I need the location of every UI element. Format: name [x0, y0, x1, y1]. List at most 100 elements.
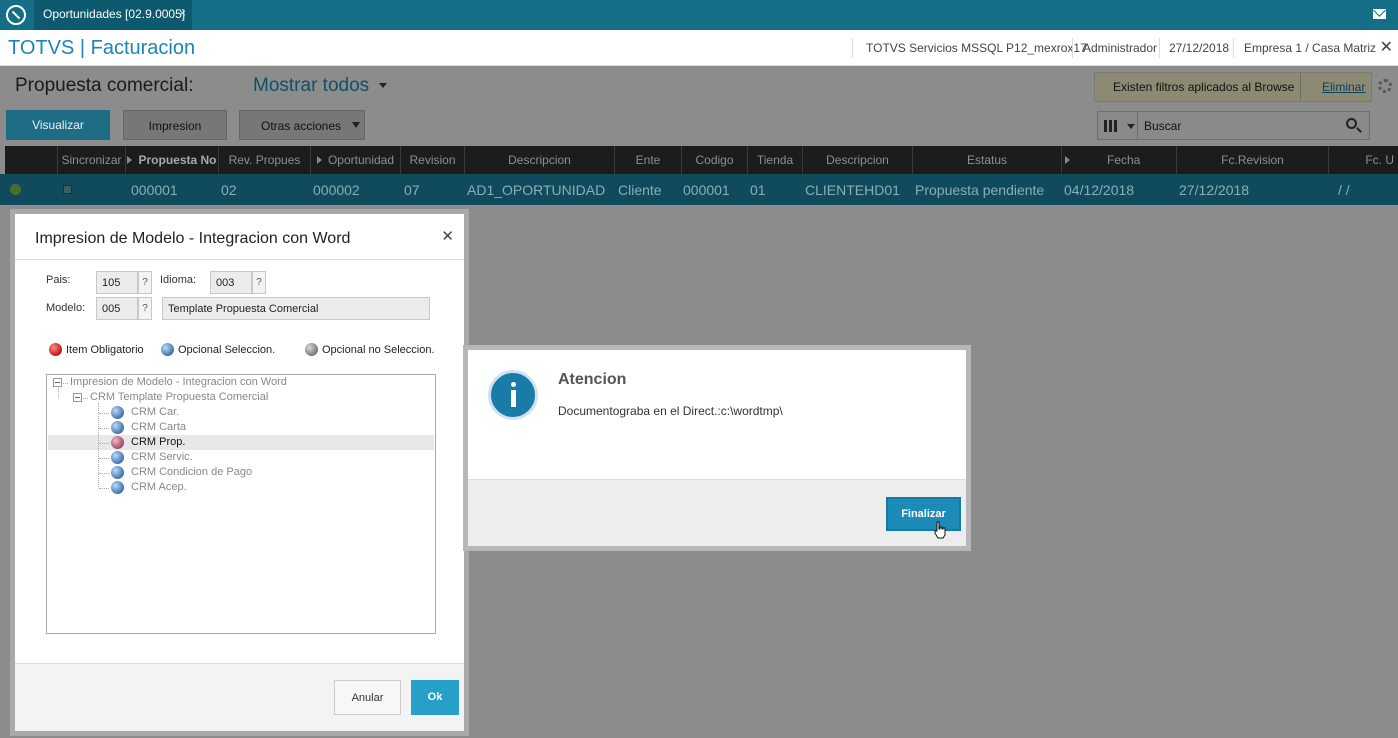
- tree-item[interactable]: CRM Acep.: [131, 481, 187, 493]
- template-tree[interactable]: Impresion de Modelo - Integracion con Wo…: [46, 374, 436, 634]
- column-header[interactable]: Fecha: [1061, 146, 1176, 174]
- column-header[interactable]: Oportunidad: [310, 146, 400, 174]
- table-cell: CLIENTEHD01: [805, 182, 900, 198]
- table-cell: 000001: [131, 182, 178, 198]
- table-cell: 02: [221, 182, 237, 198]
- pais-lookup-button[interactable]: ?: [138, 271, 152, 294]
- tree-item[interactable]: CRM Condicion de Pago: [131, 466, 252, 478]
- app-header: TOTVS | Facturacion TOTVS Servicios MSSQ…: [0, 30, 1398, 66]
- tree-root[interactable]: Impresion de Modelo - Integracion con Wo…: [70, 376, 287, 388]
- impresion-button[interactable]: Impresion: [123, 110, 227, 140]
- blue-ball-icon: [111, 466, 124, 479]
- tab-close-icon[interactable]: ×: [179, 6, 186, 20]
- dialog-title: Impresion de Modelo - Integracion con Wo…: [35, 230, 351, 247]
- alert-title: Atencion: [558, 371, 627, 388]
- column-header[interactable]: Estatus: [912, 146, 1061, 174]
- tree-item[interactable]: CRM Servic.: [131, 451, 193, 463]
- table-row[interactable]: 000001 02 000002 07 AD1_OPORTUNIDAD Clie…: [0, 174, 1398, 205]
- filter-divider: [1300, 73, 1301, 101]
- top-bar: Oportunidades [02.9.0005] ×: [0, 0, 1398, 30]
- filter-notice-text: Existen filtros aplicados al Browse: [1113, 80, 1295, 94]
- app-title: TOTVS | Facturacion: [8, 37, 196, 59]
- server-info: TOTVS Servicios MSSQL P12_mexrox17: [866, 41, 1087, 55]
- header-divider: [1159, 38, 1160, 58]
- company-info: Empresa 1 / Casa Matriz: [1244, 41, 1377, 55]
- column-header[interactable]: Propuesta No: [125, 146, 218, 174]
- tree-group[interactable]: CRM Template Propuesta Comercial: [90, 391, 268, 403]
- idioma-label: Idioma:: [160, 274, 197, 286]
- column-header-status: [5, 146, 57, 174]
- column-header[interactable]: Rev. Propues: [218, 146, 310, 174]
- modelo-field[interactable]: 005: [96, 297, 138, 320]
- caret-down-icon: [379, 83, 388, 89]
- blue-ball-icon: [161, 343, 174, 356]
- mail-icon[interactable]: [1373, 9, 1386, 19]
- table-cell: 000001: [683, 182, 730, 198]
- table-cell: Propuesta pendiente: [915, 182, 1045, 198]
- table-cell: 27/12/2018: [1179, 182, 1250, 198]
- grid-header: Sincronizar Propuesta No Rev. Propues Op…: [5, 146, 1398, 174]
- red-ball-icon: [49, 343, 62, 356]
- info-icon: [488, 370, 538, 420]
- search-box: Buscar: [1097, 111, 1370, 140]
- blue-ball-icon: [111, 481, 124, 494]
- alert-footer: Finalizar: [468, 479, 966, 546]
- dialog-divider: [15, 259, 464, 260]
- modelo-lookup-button[interactable]: ?: [138, 297, 152, 320]
- visualizar-button[interactable]: Visualizar: [6, 110, 110, 140]
- totvs-logo-icon[interactable]: [6, 5, 26, 25]
- gear-icon[interactable]: [1378, 79, 1392, 93]
- page-title: Propuesta comercial:: [15, 75, 194, 96]
- close-icon[interactable]: ✕: [441, 227, 454, 245]
- column-header[interactable]: Revision: [400, 146, 464, 174]
- tree-item[interactable]: CRM Carta: [131, 421, 186, 433]
- column-header[interactable]: Fc.Revision: [1176, 146, 1328, 174]
- columns-icon[interactable]: [1098, 112, 1138, 139]
- browse-area: Propuesta comercial: Mostrar todos Exist…: [0, 66, 1398, 206]
- column-header[interactable]: Codigo: [681, 146, 747, 174]
- collapse-icon[interactable]: [73, 393, 82, 402]
- column-header[interactable]: Fc. U: [1328, 146, 1398, 174]
- blue-ball-icon: [111, 421, 124, 434]
- filter-notice: Existen filtros aplicados al Browse Elim…: [1094, 72, 1372, 102]
- pais-field[interactable]: 105: [96, 271, 138, 294]
- grey-ball-icon: [305, 343, 318, 356]
- blue-ball-icon: [111, 406, 124, 419]
- column-header[interactable]: Descripcion: [464, 146, 614, 174]
- collapse-icon[interactable]: [53, 378, 62, 387]
- legend-opcional-no-seleccion: Opcional no Seleccion.: [305, 343, 435, 356]
- table-cell: AD1_OPORTUNIDAD: [467, 182, 606, 198]
- idioma-lookup-button[interactable]: ?: [252, 271, 266, 294]
- search-input[interactable]: Buscar: [1144, 119, 1181, 133]
- pais-label: Pais:: [46, 274, 71, 286]
- remove-filter-link[interactable]: Eliminar: [1322, 80, 1365, 94]
- legend-opcional-seleccion: Opcional Seleccion.: [161, 343, 275, 356]
- tree-item-selected[interactable]: CRM Prop.: [131, 436, 185, 448]
- anular-button[interactable]: Anular: [334, 680, 401, 715]
- sync-checkbox[interactable]: [63, 185, 72, 194]
- alert-message: Documentograba en el Direct.:c:\wordtmp\: [558, 404, 783, 418]
- column-header[interactable]: Sincronizar: [57, 146, 125, 174]
- legend-obligatorio: Item Obligatorio: [49, 343, 144, 356]
- user-info: Administrador: [1083, 41, 1158, 55]
- table-cell: 000002: [313, 182, 360, 198]
- view-selector[interactable]: Mostrar todos: [253, 75, 388, 97]
- tree-item[interactable]: CRM Car.: [131, 406, 179, 418]
- tab-label: Oportunidades [02.9.0005]: [43, 7, 186, 21]
- hand-cursor-icon: [934, 521, 946, 539]
- atencion-dialog: Atencion Documentograba en el Direct.:c:…: [463, 345, 971, 551]
- finalizar-button[interactable]: Finalizar: [886, 497, 961, 531]
- column-header[interactable]: Ente: [614, 146, 681, 174]
- table-cell: 07: [404, 182, 420, 198]
- column-header[interactable]: Descripcion: [802, 146, 912, 174]
- blue-ball-icon: [111, 451, 124, 464]
- search-icon[interactable]: [1346, 118, 1357, 129]
- ok-button[interactable]: Ok: [411, 680, 459, 715]
- close-app-icon[interactable]: ✕: [1380, 37, 1393, 57]
- otras-acciones-button[interactable]: Otras acciones: [239, 110, 365, 140]
- idioma-field[interactable]: 003: [210, 271, 252, 294]
- impresion-modelo-dialog: Impresion de Modelo - Integracion con Wo…: [10, 209, 469, 736]
- column-header[interactable]: Tienda: [747, 146, 802, 174]
- view-selector-label: Mostrar todos: [253, 75, 370, 96]
- tab-oportunidades[interactable]: Oportunidades [02.9.0005] ×: [34, 0, 192, 30]
